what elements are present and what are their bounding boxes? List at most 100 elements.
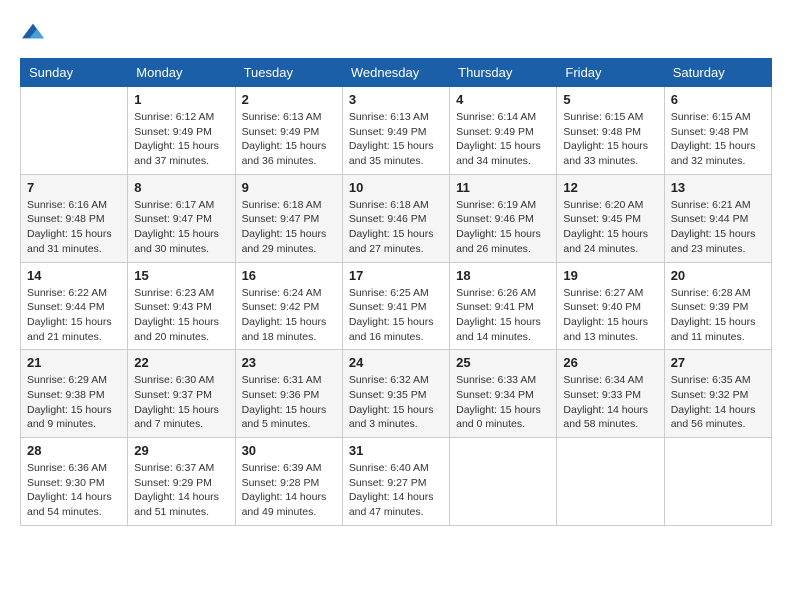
calendar-cell: 30 Sunrise: 6:39 AMSunset: 9:28 PMDayligh… [235,438,342,526]
day-info: Sunrise: 6:36 AMSunset: 9:30 PMDaylight:… [27,461,121,520]
day-info: Sunrise: 6:40 AMSunset: 9:27 PMDaylight:… [349,461,443,520]
day-number: 27 [671,355,765,370]
day-number: 7 [27,180,121,195]
day-info: Sunrise: 6:21 AMSunset: 9:44 PMDaylight:… [671,198,765,257]
day-number: 22 [134,355,228,370]
calendar-cell [450,438,557,526]
day-number: 26 [563,355,657,370]
page-header [20,20,772,42]
calendar-cell: 9 Sunrise: 6:18 AMSunset: 9:47 PMDaylight… [235,174,342,262]
day-info: Sunrise: 6:18 AMSunset: 9:47 PMDaylight:… [242,198,336,257]
calendar-table: SundayMondayTuesdayWednesdayThursdayFrid… [20,58,772,526]
day-info: Sunrise: 6:37 AMSunset: 9:29 PMDaylight:… [134,461,228,520]
day-info: Sunrise: 6:16 AMSunset: 9:48 PMDaylight:… [27,198,121,257]
day-number: 18 [456,268,550,283]
day-info: Sunrise: 6:30 AMSunset: 9:37 PMDaylight:… [134,373,228,432]
calendar-cell: 27 Sunrise: 6:35 AMSunset: 9:32 PMDayligh… [664,350,771,438]
column-header-thursday: Thursday [450,59,557,87]
calendar-week-2: 7 Sunrise: 6:16 AMSunset: 9:48 PMDaylight… [21,174,772,262]
day-number: 16 [242,268,336,283]
calendar-cell: 19 Sunrise: 6:27 AMSunset: 9:40 PMDayligh… [557,262,664,350]
day-info: Sunrise: 6:14 AMSunset: 9:49 PMDaylight:… [456,110,550,169]
column-header-wednesday: Wednesday [342,59,449,87]
calendar-cell: 12 Sunrise: 6:20 AMSunset: 9:45 PMDayligh… [557,174,664,262]
day-number: 31 [349,443,443,458]
column-header-monday: Monday [128,59,235,87]
column-header-tuesday: Tuesday [235,59,342,87]
day-info: Sunrise: 6:23 AMSunset: 9:43 PMDaylight:… [134,286,228,345]
calendar-cell: 3Sunrise: 6:13 AMSunset: 9:49 PMDaylight… [342,87,449,175]
calendar-cell: 16 Sunrise: 6:24 AMSunset: 9:42 PMDayligh… [235,262,342,350]
day-number: 14 [27,268,121,283]
day-number: 29 [134,443,228,458]
column-header-saturday: Saturday [664,59,771,87]
calendar-cell: 6 Sunrise: 6:15 AMSunset: 9:48 PMDaylight… [664,87,771,175]
day-number: 5 [563,92,657,107]
day-info: Sunrise: 6:34 AMSunset: 9:33 PMDaylight:… [563,373,657,432]
day-number: 9 [242,180,336,195]
calendar-cell [664,438,771,526]
calendar-cell: 1 Sunrise: 6:12 AMSunset: 9:49 PMDaylight… [128,87,235,175]
day-number: 20 [671,268,765,283]
calendar-cell: 31 Sunrise: 6:40 AMSunset: 9:27 PMDayligh… [342,438,449,526]
day-info: Sunrise: 6:19 AMSunset: 9:46 PMDaylight:… [456,198,550,257]
day-info: Sunrise: 6:15 AMSunset: 9:48 PMDaylight:… [563,110,657,169]
calendar-cell: 18Sunrise: 6:26 AMSunset: 9:41 PMDayligh… [450,262,557,350]
calendar-cell: 14 Sunrise: 6:22 AMSunset: 9:44 PMDayligh… [21,262,128,350]
day-number: 25 [456,355,550,370]
day-number: 3 [349,92,443,107]
calendar-cell: 24 Sunrise: 6:32 AMSunset: 9:35 PMDayligh… [342,350,449,438]
calendar-cell: 11 Sunrise: 6:19 AMSunset: 9:46 PMDayligh… [450,174,557,262]
day-number: 30 [242,443,336,458]
day-info: Sunrise: 6:32 AMSunset: 9:35 PMDaylight:… [349,373,443,432]
day-number: 23 [242,355,336,370]
day-info: Sunrise: 6:31 AMSunset: 9:36 PMDaylight:… [242,373,336,432]
day-info: Sunrise: 6:24 AMSunset: 9:42 PMDaylight:… [242,286,336,345]
day-number: 10 [349,180,443,195]
calendar-cell: 21 Sunrise: 6:29 AMSunset: 9:38 PMDayligh… [21,350,128,438]
day-number: 11 [456,180,550,195]
calendar-cell: 8 Sunrise: 6:17 AMSunset: 9:47 PMDaylight… [128,174,235,262]
day-number: 6 [671,92,765,107]
day-info: Sunrise: 6:12 AMSunset: 9:49 PMDaylight:… [134,110,228,169]
calendar-cell: 20 Sunrise: 6:28 AMSunset: 9:39 PMDayligh… [664,262,771,350]
day-number: 12 [563,180,657,195]
day-info: Sunrise: 6:27 AMSunset: 9:40 PMDaylight:… [563,286,657,345]
day-info: Sunrise: 6:28 AMSunset: 9:39 PMDaylight:… [671,286,765,345]
column-header-friday: Friday [557,59,664,87]
calendar-cell: 15Sunrise: 6:23 AMSunset: 9:43 PMDayligh… [128,262,235,350]
day-info: Sunrise: 6:20 AMSunset: 9:45 PMDaylight:… [563,198,657,257]
calendar-week-4: 21 Sunrise: 6:29 AMSunset: 9:38 PMDayligh… [21,350,772,438]
day-info: Sunrise: 6:17 AMSunset: 9:47 PMDaylight:… [134,198,228,257]
day-number: 2 [242,92,336,107]
day-number: 19 [563,268,657,283]
calendar-cell: 10 Sunrise: 6:18 AMSunset: 9:46 PMDayligh… [342,174,449,262]
day-number: 13 [671,180,765,195]
day-info: Sunrise: 6:15 AMSunset: 9:48 PMDaylight:… [671,110,765,169]
day-number: 4 [456,92,550,107]
day-number: 17 [349,268,443,283]
day-number: 1 [134,92,228,107]
day-info: Sunrise: 6:39 AMSunset: 9:28 PMDaylight:… [242,461,336,520]
logo [20,20,44,42]
day-info: Sunrise: 6:35 AMSunset: 9:32 PMDaylight:… [671,373,765,432]
day-number: 24 [349,355,443,370]
day-number: 8 [134,180,228,195]
day-info: Sunrise: 6:18 AMSunset: 9:46 PMDaylight:… [349,198,443,257]
calendar-week-5: 28 Sunrise: 6:36 AMSunset: 9:30 PMDayligh… [21,438,772,526]
calendar-cell: 13 Sunrise: 6:21 AMSunset: 9:44 PMDayligh… [664,174,771,262]
calendar-cell: 23 Sunrise: 6:31 AMSunset: 9:36 PMDayligh… [235,350,342,438]
day-info: Sunrise: 6:33 AMSunset: 9:34 PMDaylight:… [456,373,550,432]
calendar-cell: 26 Sunrise: 6:34 AMSunset: 9:33 PMDayligh… [557,350,664,438]
day-number: 28 [27,443,121,458]
calendar-cell: 22 Sunrise: 6:30 AMSunset: 9:37 PMDayligh… [128,350,235,438]
day-number: 21 [27,355,121,370]
calendar-cell: 7 Sunrise: 6:16 AMSunset: 9:48 PMDaylight… [21,174,128,262]
day-info: Sunrise: 6:29 AMSunset: 9:38 PMDaylight:… [27,373,121,432]
calendar-cell: 28 Sunrise: 6:36 AMSunset: 9:30 PMDayligh… [21,438,128,526]
day-info: Sunrise: 6:22 AMSunset: 9:44 PMDaylight:… [27,286,121,345]
calendar-cell: 17Sunrise: 6:25 AMSunset: 9:41 PMDayligh… [342,262,449,350]
column-header-sunday: Sunday [21,59,128,87]
calendar-cell: 4 Sunrise: 6:14 AMSunset: 9:49 PMDaylight… [450,87,557,175]
calendar-cell: 5 Sunrise: 6:15 AMSunset: 9:48 PMDaylight… [557,87,664,175]
